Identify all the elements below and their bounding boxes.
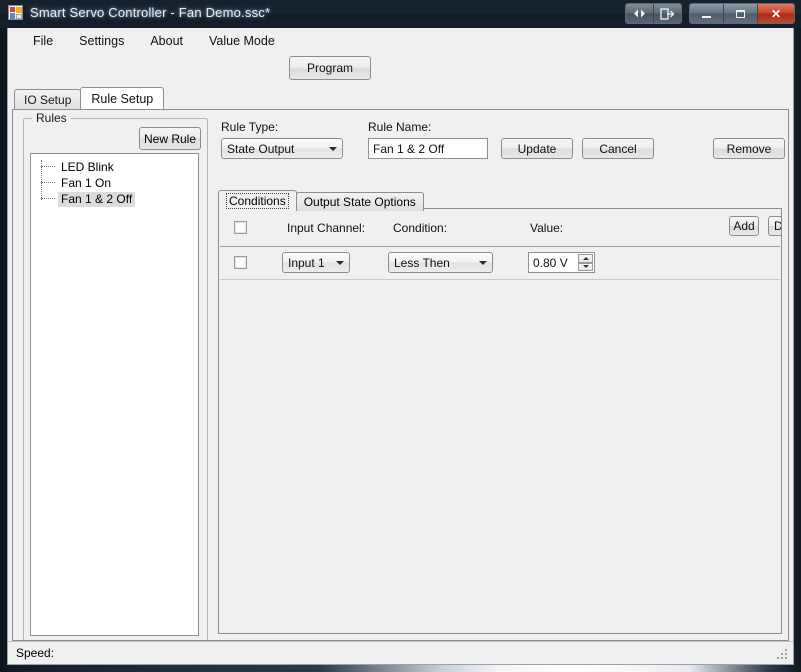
- rule-detail-tab-strip: Conditions Output State Options: [218, 190, 424, 211]
- chevron-up-icon: [582, 256, 589, 260]
- close-button[interactable]: ✕: [758, 4, 794, 23]
- table-row: Input 1 Less Then 0.80 V: [220, 247, 780, 280]
- chevron-down-icon: [336, 260, 344, 265]
- rule-name-input[interactable]: Fan 1 & 2 Off: [368, 138, 488, 159]
- app-window-icon: [8, 5, 23, 20]
- value-stepper[interactable]: 0.80 V: [528, 252, 595, 273]
- value-stepper-text: 0.80 V: [533, 255, 568, 270]
- rules-groupbox: Rules New Rule LED Blink Fan 1 On Fan 1 …: [23, 111, 208, 640]
- value-decrement-button[interactable]: [578, 262, 593, 271]
- input-channel-select[interactable]: Input 1: [282, 252, 350, 273]
- tab-output-state-options[interactable]: Output State Options: [295, 192, 424, 211]
- rules-groupbox-title: Rules: [32, 111, 71, 125]
- chevron-down-icon: [479, 260, 487, 265]
- title-bar[interactable]: Smart Servo Controller - Fan Demo.ssc* ✕: [0, 0, 801, 28]
- rule-setup-panel: Rules New Rule LED Blink Fan 1 On Fan 1 …: [12, 109, 789, 641]
- rule-editor-panel: Rule Type: State Output Rule Name: Fan 1…: [213, 110, 788, 640]
- rule-type-select[interactable]: State Output: [221, 138, 343, 159]
- maximize-button[interactable]: [724, 4, 758, 23]
- main-tab-strip: IO Setup Rule Setup: [8, 87, 793, 109]
- window-button-group: ✕: [689, 3, 795, 24]
- new-rule-button[interactable]: New Rule: [139, 127, 201, 150]
- condition-value: Less Then: [394, 255, 450, 270]
- value-increment-button[interactable]: [578, 254, 593, 263]
- toolbar: Program: [8, 53, 793, 87]
- close-icon: ✕: [770, 6, 782, 21]
- exit-arrow-icon[interactable]: [654, 4, 681, 23]
- del-condition-button[interactable]: Del: [768, 216, 781, 236]
- client-area: File Settings About Value Mode Program I…: [7, 28, 794, 665]
- chevron-down-icon: [582, 265, 589, 269]
- select-all-checkbox[interactable]: [234, 221, 247, 234]
- rules-treeview[interactable]: LED Blink Fan 1 On Fan 1 & 2 Off: [30, 153, 199, 636]
- list-item[interactable]: Fan 1 & 2 Off: [31, 191, 198, 207]
- rule-type-label: Rule Type:: [221, 120, 279, 134]
- status-speed-label: Speed:: [16, 646, 55, 660]
- program-button[interactable]: Program: [289, 56, 371, 80]
- menu-item-about[interactable]: About: [137, 30, 196, 52]
- status-bar: Speed:: [8, 641, 793, 664]
- prev-next-icon[interactable]: [626, 4, 654, 23]
- minimize-icon: [702, 15, 711, 18]
- menu-bar: File Settings About Value Mode: [8, 28, 793, 53]
- remove-button[interactable]: Remove: [713, 138, 785, 159]
- list-item[interactable]: Fan 1 On: [31, 175, 198, 191]
- rule-name-label: Rule Name:: [368, 120, 432, 134]
- row-select-checkbox[interactable]: [234, 256, 247, 269]
- tree-item-label: Fan 1 & 2 Off: [58, 191, 136, 207]
- value-stepper-buttons: [578, 254, 593, 271]
- application-window: Smart Servo Controller - Fan Demo.ssc* ✕: [0, 0, 801, 672]
- menu-item-file[interactable]: File: [20, 30, 66, 52]
- window-controls: ✕: [625, 3, 795, 24]
- tree-dash-icon: [41, 166, 55, 168]
- minimize-button[interactable]: [690, 4, 724, 23]
- input-channel-value: Input 1: [288, 255, 325, 270]
- tree-item-label: Fan 1 On: [61, 175, 112, 190]
- resize-grip-icon[interactable]: [777, 649, 789, 661]
- tree-dash-icon: [41, 182, 55, 184]
- rule-type-value: State Output: [227, 141, 295, 156]
- title-bar-left: Smart Servo Controller - Fan Demo.ssc*: [8, 5, 270, 20]
- maximize-icon: [736, 9, 745, 18]
- extra-button-group: [625, 3, 682, 24]
- tab-conditions-label: Conditions: [226, 193, 289, 209]
- tree-item-label: LED Blink: [61, 159, 114, 174]
- rule-name-value: Fan 1 & 2 Off: [373, 141, 445, 156]
- window-title: Smart Servo Controller - Fan Demo.ssc*: [30, 5, 271, 20]
- column-header-value: Value:: [530, 221, 564, 235]
- tab-io-setup[interactable]: IO Setup: [14, 89, 82, 109]
- conditions-header-row: Input Channel: Condition: Value: Add Del: [220, 210, 781, 247]
- tree-dash-icon: [41, 198, 55, 200]
- menu-item-settings[interactable]: Settings: [66, 30, 137, 52]
- chevron-down-icon: [329, 146, 337, 151]
- list-item[interactable]: LED Blink: [31, 159, 198, 175]
- cancel-button[interactable]: Cancel: [582, 138, 654, 159]
- column-header-input-channel: Input Channel:: [287, 221, 366, 235]
- tab-rule-setup[interactable]: Rule Setup: [80, 87, 165, 109]
- update-button[interactable]: Update: [501, 138, 573, 159]
- menu-item-value-mode[interactable]: Value Mode: [196, 30, 288, 52]
- add-condition-button[interactable]: Add: [729, 216, 759, 236]
- conditions-panel: Input Channel: Condition: Value: Add Del…: [218, 208, 782, 634]
- tab-conditions[interactable]: Conditions: [218, 190, 297, 211]
- condition-select[interactable]: Less Then: [388, 252, 493, 273]
- column-header-condition: Condition:: [393, 221, 448, 235]
